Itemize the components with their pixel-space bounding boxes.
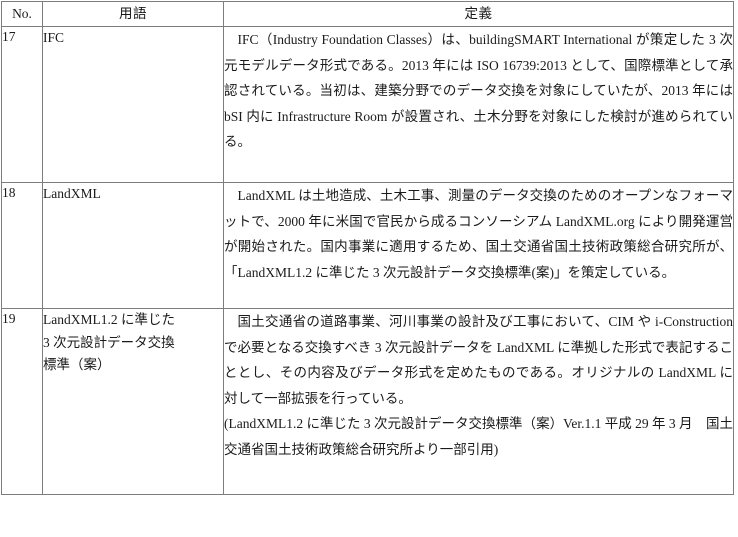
table-row: 19 LandXML1.2 に準じた 3 次元設計データ交換 標準（案） 国土交… [1,308,734,495]
row-number-cell: 18 [1,182,43,309]
term-line: LandXML1.2 に準じた [43,312,175,327]
table-body: 17 IFC IFC（Industry Foundation Classes）は… [1,26,734,495]
column-header-no: No. [1,1,43,27]
glossary-table: No. 用語 定義 17 IFC IFC（Industry Foundation… [1,1,734,495]
row-term-cell: LandXML1.2 に準じた 3 次元設計データ交換 標準（案） [42,308,224,495]
term-line: LandXML [43,186,101,201]
table-row: 18 LandXML LandXML は土地造成、土木工事、測量のデータ交換のた… [1,182,734,309]
table-row: 17 IFC IFC（Industry Foundation Classes）は… [1,26,734,183]
definition-paragraph: LandXML は土地造成、土木工事、測量のデータ交換のためのオープンなフォーマ… [224,188,733,280]
definition-source-note: (LandXML1.2 に準じた 3 次元設計データ交換標準（案）Ver.1.1… [224,416,733,457]
row-number-cell: 17 [1,26,43,183]
term-line: 3 次元設計データ交換 [43,334,175,350]
row-term-cell: LandXML [42,182,224,309]
definition-paragraph: IFC（Industry Foundation Classes）は、buildi… [224,32,733,149]
definition-paragraph: 国土交通省の道路事業、河川事業の設計及び工事において、CIM や i-Const… [224,314,733,406]
document-page: No. 用語 定義 17 IFC IFC（Industry Foundation… [0,1,738,537]
row-definition-cell: 国土交通省の道路事業、河川事業の設計及び工事において、CIM や i-Const… [223,308,734,495]
term-line: IFC [43,30,65,45]
row-definition-cell: IFC（Industry Foundation Classes）は、buildi… [223,26,734,183]
table-header: No. 用語 定義 [1,1,734,27]
term-line: 標準（案） [43,357,111,372]
column-header-definition: 定義 [223,1,734,27]
table-header-row: No. 用語 定義 [1,1,734,27]
row-number-cell: 19 [1,308,43,495]
row-definition-cell: LandXML は土地造成、土木工事、測量のデータ交換のためのオープンなフォーマ… [223,182,734,309]
column-header-term: 用語 [42,1,224,27]
row-term-cell: IFC [42,26,224,183]
